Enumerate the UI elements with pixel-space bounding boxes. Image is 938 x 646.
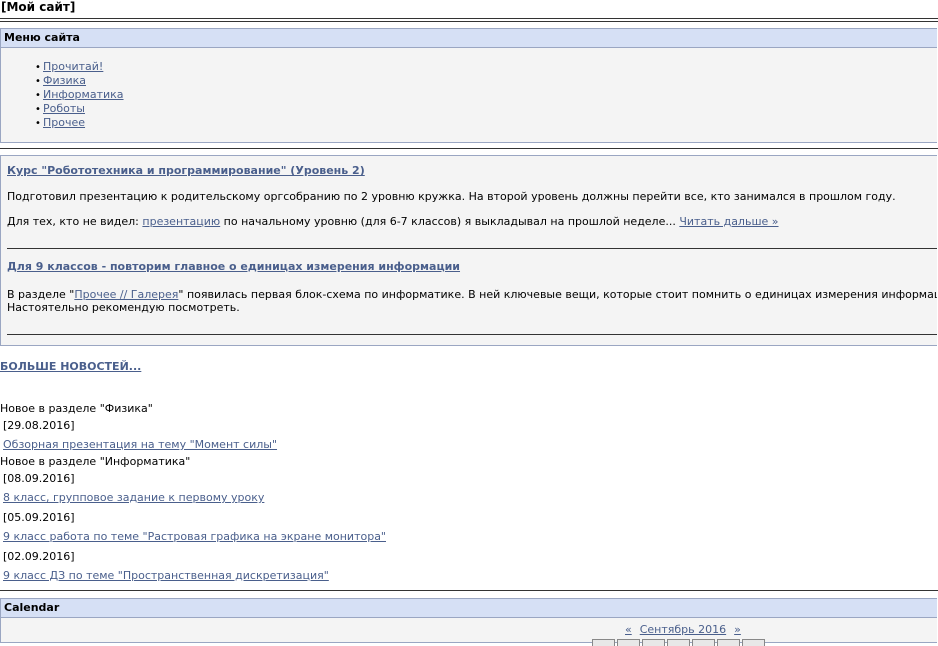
divider xyxy=(0,148,938,149)
calendar-nav: « Сентябрь 2016 » xyxy=(625,623,741,636)
news-text-1b: Для тех, кто не видел: презентацию по на… xyxy=(7,215,779,228)
menu-item-read: Прочитай! xyxy=(35,60,124,74)
menu-item-other: Прочее xyxy=(35,116,124,130)
site-menu-heading: Меню сайта xyxy=(1,29,937,48)
calendar-prev-link[interactable]: « xyxy=(625,623,632,636)
news-divider xyxy=(7,334,937,335)
menu-item-informatics: Информатика xyxy=(35,88,124,102)
entry-link[interactable]: Обзорная презентация на тему "Момент сил… xyxy=(3,438,277,451)
entry-link[interactable]: 9 класс ДЗ по теме "Пространственная дис… xyxy=(3,569,329,582)
informatics-heading: Новое в разделе "Информатика" xyxy=(0,455,191,468)
entry-date: [02.09.2016] xyxy=(3,550,75,563)
menu-item-physics: Физика xyxy=(35,74,124,88)
menu-link-informatics[interactable]: Информатика xyxy=(43,88,124,101)
divider xyxy=(0,21,938,22)
entry-link[interactable]: 8 класс, групповое задание к первому уро… xyxy=(3,491,264,504)
calendar-heading: Calendar xyxy=(1,599,937,618)
news-text-2b: Настоятельно рекомендую посмотреть. xyxy=(7,301,240,314)
news-title-1[interactable]: Курс "Робототехника и программирование" … xyxy=(7,164,365,177)
site-menu-box: Меню сайта Прочитай! Физика Информатика … xyxy=(0,28,937,143)
entry-date: [05.09.2016] xyxy=(3,511,75,524)
entry-link[interactable]: 9 класс работа по теме "Растровая график… xyxy=(3,530,386,543)
news-text-2a-start: В разделе " xyxy=(7,288,75,301)
news-title-2[interactable]: Для 9 классов - повторим главное о едини… xyxy=(7,260,460,273)
menu-link-read[interactable]: Прочитай! xyxy=(43,60,103,73)
menu-item-robots: Роботы xyxy=(35,102,124,116)
presentation-link[interactable]: презентацию xyxy=(142,215,220,228)
entry-date: [08.09.2016] xyxy=(3,472,75,485)
news-text-1b-start: Для тех, кто не видел: xyxy=(7,215,143,228)
divider xyxy=(0,18,938,19)
menu-link-other[interactable]: Прочее xyxy=(43,116,85,129)
news-text-1a: Подготовил презентацию к родительскому о… xyxy=(7,190,896,203)
entry-date: [29.08.2016] xyxy=(3,419,75,432)
news-box: Курс "Робототехника и программирование" … xyxy=(0,155,937,346)
news-text-1b-end: по начальному уровню (для 6-7 классов) я… xyxy=(220,215,680,228)
more-news-link[interactable]: БОЛЬШЕ НОВОСТЕЙ... xyxy=(0,360,141,373)
site-menu-list: Прочитай! Физика Информатика Роботы Проч… xyxy=(35,60,124,130)
gallery-link[interactable]: Прочее // Галерея xyxy=(74,288,178,301)
calendar-month-link[interactable]: Сентябрь 2016 xyxy=(640,623,726,636)
divider xyxy=(0,590,938,591)
menu-link-physics[interactable]: Физика xyxy=(43,74,86,87)
physics-heading: Новое в разделе "Физика" xyxy=(0,402,153,415)
read-more-link[interactable]: Читать дальше » xyxy=(679,215,778,228)
news-text-2a-end: " появилась первая блок-схема по информа… xyxy=(178,288,937,301)
news-divider xyxy=(7,248,937,249)
news-text-2a: В разделе "Прочее // Галерея" появилась … xyxy=(7,288,937,301)
site-title: [Мой сайт] xyxy=(1,0,76,14)
menu-link-robots[interactable]: Роботы xyxy=(43,102,85,115)
calendar-box: Calendar « Сентябрь 2016 » xyxy=(0,598,937,646)
calendar-next-link[interactable]: » xyxy=(734,623,741,636)
calendar-day-headers xyxy=(592,639,767,646)
